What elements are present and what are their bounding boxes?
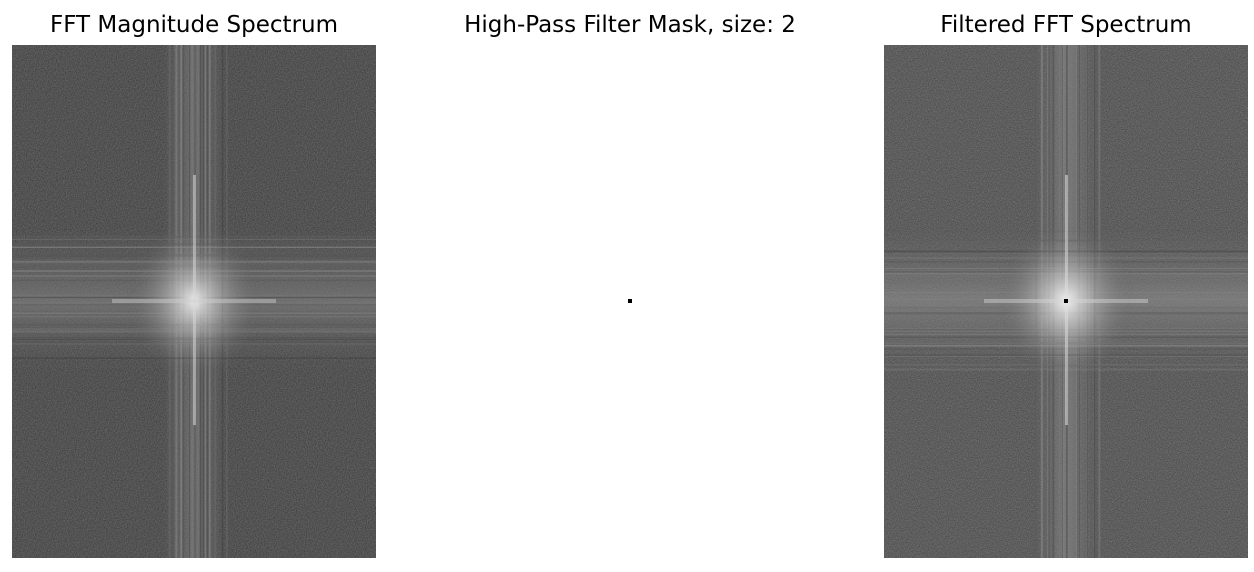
filtered-fft-image bbox=[884, 45, 1248, 558]
panel-title-mask: High-Pass Filter Mask, size: 2 bbox=[464, 12, 796, 38]
panel-title-filtered: Filtered FFT Spectrum bbox=[940, 12, 1192, 38]
high-pass-mask-image bbox=[448, 45, 812, 558]
fft-magnitude-image bbox=[12, 45, 376, 558]
fft-figure: FFT Magnitude Spectrum High-Pass Filter … bbox=[0, 0, 1254, 572]
filtered-center-block bbox=[1064, 299, 1068, 303]
mask-center-block bbox=[628, 299, 632, 303]
panel-title-magnitude: FFT Magnitude Spectrum bbox=[49, 12, 339, 38]
